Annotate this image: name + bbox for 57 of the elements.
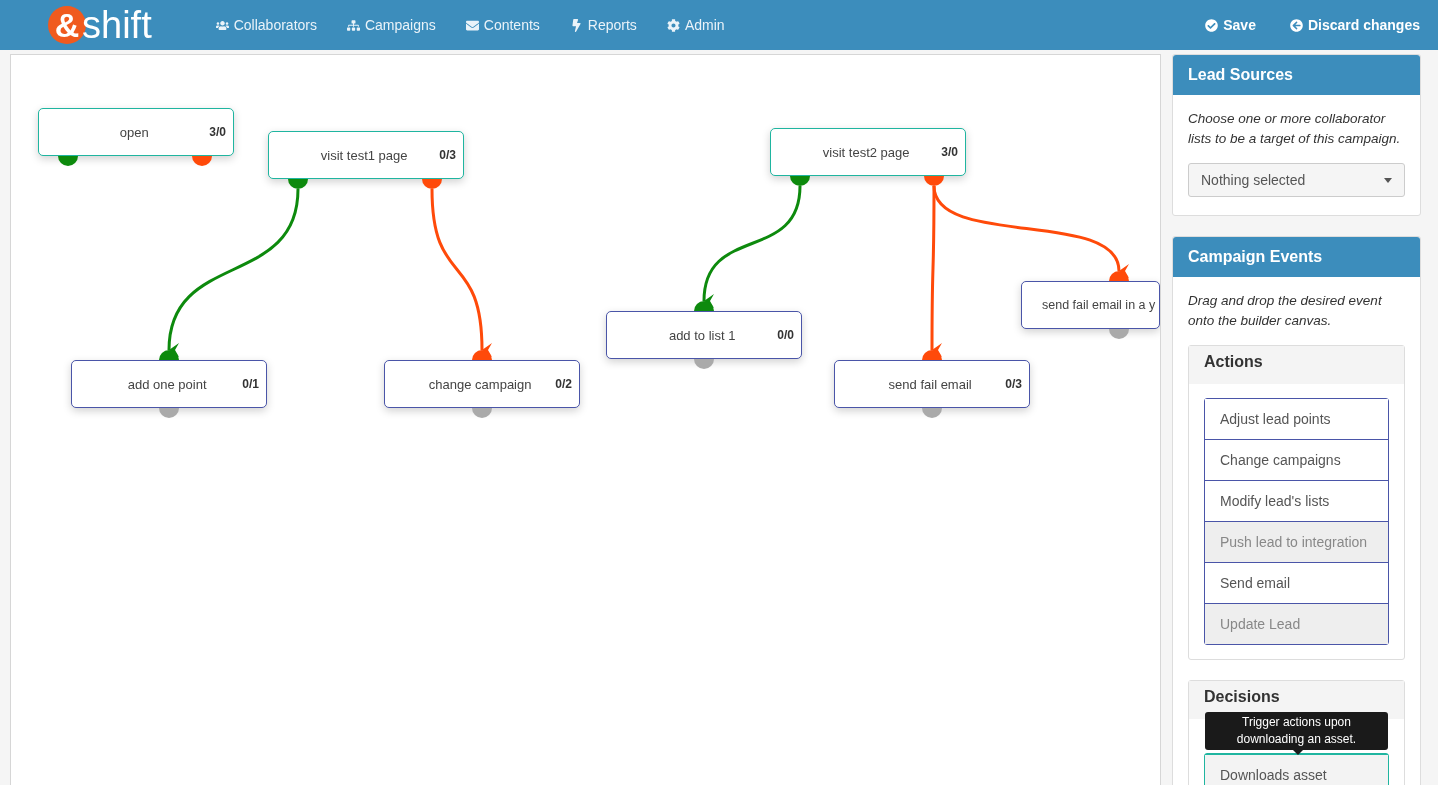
node-label: visit test1 page xyxy=(319,147,409,163)
caret-icon xyxy=(1384,177,1392,183)
yes-port[interactable] xyxy=(288,179,308,189)
users-icon xyxy=(215,18,229,32)
decision-node[interactable]: visit test1 page 0/3 xyxy=(268,131,464,179)
node-count: 0/3 xyxy=(439,148,456,162)
no-port[interactable] xyxy=(924,176,944,186)
save-button[interactable]: Save xyxy=(1205,17,1256,33)
help-text: Choose one or more collaborator lists to be a target of this campaign. xyxy=(1188,110,1402,148)
node-count: 3/0 xyxy=(209,125,226,139)
input-port[interactable] xyxy=(472,350,492,360)
output-port[interactable] xyxy=(694,359,714,369)
node-label: add one point xyxy=(126,376,208,392)
panel-title: Campaign Events xyxy=(1173,237,1420,277)
output-port[interactable] xyxy=(1109,329,1129,339)
output-port[interactable] xyxy=(922,408,942,418)
settings-icon xyxy=(666,18,680,32)
node-label: send fail email in a y xyxy=(1042,298,1157,312)
event-item[interactable]: Downloads asset xyxy=(1205,754,1388,785)
node-count: 3/0 xyxy=(941,145,958,159)
tooltip-pointer-icon xyxy=(1293,750,1303,755)
action-node[interactable]: add one point 0/1 xyxy=(71,360,267,408)
input-port[interactable] xyxy=(694,301,714,311)
node-label: send fail email xyxy=(887,376,973,392)
input-port[interactable] xyxy=(922,350,942,360)
action-node[interactable]: send fail email in a y xyxy=(1021,281,1160,329)
node-label: change campaign xyxy=(427,376,533,392)
help-text: Drag and drop the desired event onto the builder canvas. xyxy=(1188,292,1383,330)
group-title: Actions xyxy=(1189,346,1404,384)
decision-node[interactable]: visit test2 page 3/0 xyxy=(770,128,966,176)
decision-node[interactable]: open 3/0 xyxy=(38,108,234,156)
sitemap-icon xyxy=(346,18,360,32)
input-port[interactable] xyxy=(1109,271,1129,281)
action-node[interactable]: change campaign 0/2 xyxy=(384,360,580,408)
panel-title: Lead Sources xyxy=(1173,55,1420,95)
node-count: 0/1 xyxy=(242,377,259,391)
yes-port[interactable] xyxy=(58,156,78,166)
envelope-icon xyxy=(465,18,479,32)
output-port[interactable] xyxy=(159,408,179,418)
node-label: open xyxy=(118,124,150,140)
bolt-icon xyxy=(569,18,583,32)
no-port[interactable] xyxy=(422,179,442,189)
node-label: add to list 1 xyxy=(667,327,737,343)
action-node[interactable]: add to list 1 0/0 xyxy=(606,311,802,359)
back-arrow-icon xyxy=(1289,18,1303,32)
node-label: visit test2 page xyxy=(821,144,911,160)
no-port[interactable] xyxy=(192,156,212,166)
list-select[interactable]: Nothing selected xyxy=(1188,163,1405,197)
node-count: 0/0 xyxy=(777,328,794,342)
discard-button[interactable]: Discard changes xyxy=(1289,17,1420,33)
event-tooltip: Trigger actions upon downloading an asset. xyxy=(1205,712,1388,750)
action-node[interactable]: send fail email 0/3 xyxy=(834,360,1030,408)
input-port[interactable] xyxy=(159,350,179,360)
node-count: 0/2 xyxy=(555,377,572,391)
node-count: 0/3 xyxy=(1005,377,1022,391)
output-port[interactable] xyxy=(472,408,492,418)
yes-port[interactable] xyxy=(790,176,810,186)
